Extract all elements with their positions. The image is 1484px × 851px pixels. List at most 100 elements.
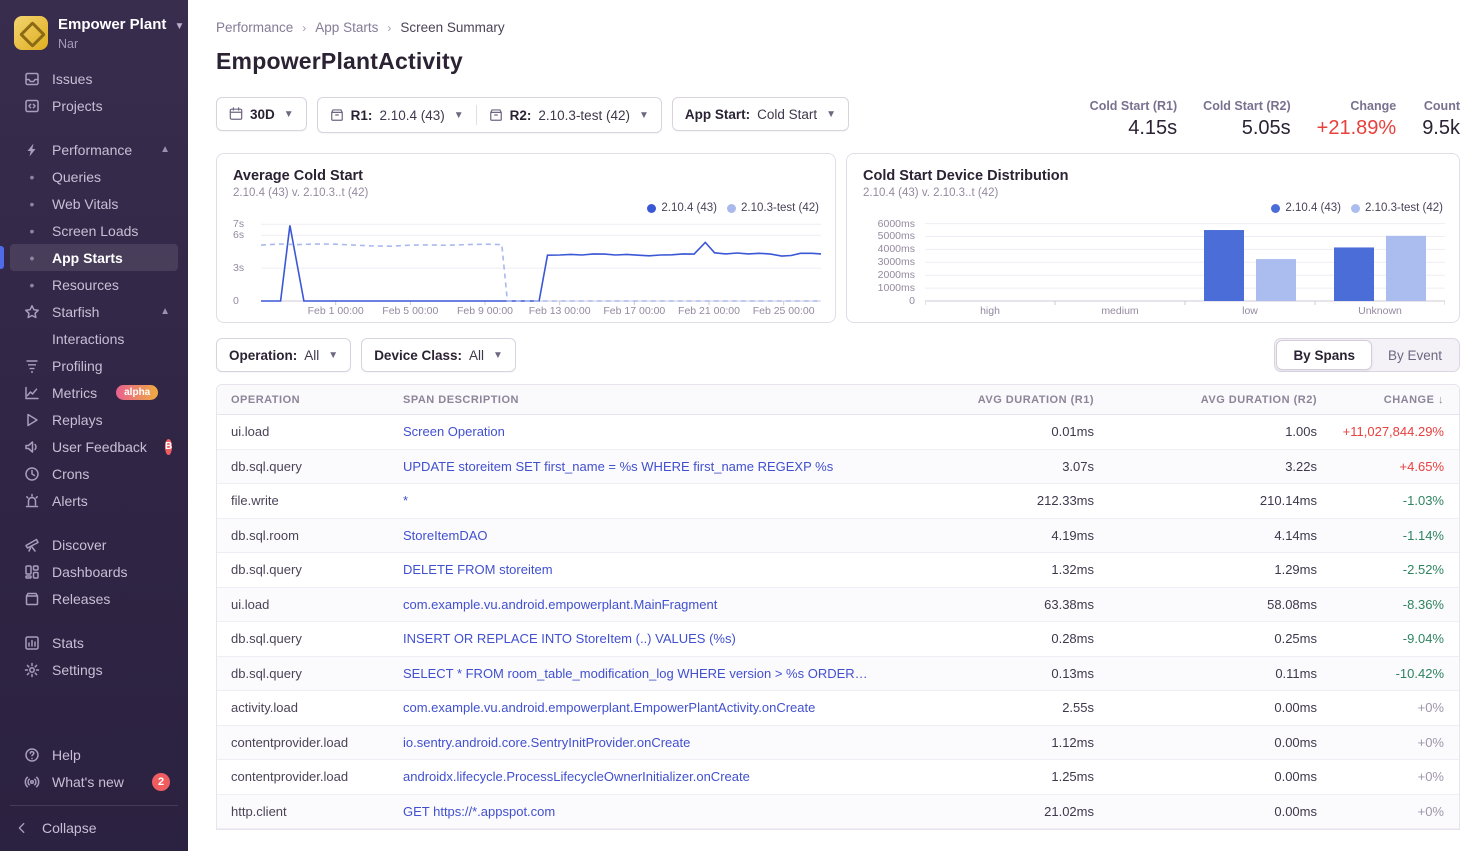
chevron-left-icon: [13, 821, 31, 835]
sidebar-item-screen-loads[interactable]: • Screen Loads: [10, 217, 178, 244]
release-r2-button[interactable]: R2: 2.10.3-test (42) ▼: [477, 98, 661, 132]
breadcrumb-app-starts[interactable]: App Starts: [315, 20, 378, 35]
avg-duration-r1: 1.32ms: [890, 562, 1094, 577]
sidebar-item-discover[interactable]: Discover: [10, 531, 178, 558]
span-description-link[interactable]: Screen Operation: [403, 424, 890, 439]
sidebar-item-projects[interactable]: Projects: [10, 92, 178, 119]
sidebar-item-alerts[interactable]: Alerts: [10, 487, 178, 514]
span-operation: db.sql.query: [231, 666, 403, 681]
column-avg-duration-r2[interactable]: Avg Duration (R2): [1094, 394, 1317, 406]
column-span-description[interactable]: Span Description: [403, 394, 890, 406]
sidebar-item-app-starts[interactable]: • App Starts: [10, 244, 178, 271]
app-start-type-button[interactable]: App Start: Cold Start ▼: [672, 97, 849, 131]
issues-icon: [23, 71, 41, 87]
toggle-by-spans[interactable]: By Spans: [1276, 340, 1372, 370]
span-description-link[interactable]: *: [403, 493, 890, 508]
bullet-icon: •: [23, 277, 41, 293]
toggle-by-event[interactable]: By Event: [1372, 340, 1458, 370]
column-change[interactable]: Change ↓: [1317, 394, 1444, 406]
span-operation: db.sql.query: [231, 562, 403, 577]
sidebar-item-replays[interactable]: Replays: [10, 406, 178, 433]
average-cold-start-chart: Average Cold Start 2.10.4 (43) v. 2.10.3…: [216, 153, 836, 323]
column-operation[interactable]: Operation: [231, 394, 403, 406]
sidebar-item-settings[interactable]: Settings: [10, 656, 178, 683]
sidebar-item-whats-new[interactable]: What's new 2: [10, 768, 178, 795]
operation-filter-button[interactable]: Operation: All ▼: [216, 338, 351, 372]
megaphone-icon: [23, 439, 41, 455]
spans-table: Operation Span Description Avg Duration …: [216, 384, 1460, 830]
org-subtitle: Nar: [58, 37, 184, 51]
release-icon: [489, 108, 503, 122]
sidebar-item-starfish[interactable]: Starfish ▲: [10, 298, 178, 325]
span-description-link[interactable]: androidx.lifecycle.ProcessLifecycleOwner…: [403, 769, 890, 784]
span-description-link[interactable]: com.example.vu.android.empowerplant.Empo…: [403, 700, 890, 715]
line-chart-plot[interactable]: Feb 1 00:00Feb 5 00:00Feb 9 00:00Feb 13 …: [233, 203, 819, 315]
bar-chart-icon: [23, 635, 41, 651]
span-description-link[interactable]: DELETE FROM storeitem: [403, 562, 890, 577]
projects-icon: [23, 98, 41, 114]
sidebar-item-stats[interactable]: Stats: [10, 629, 178, 656]
span-description-link[interactable]: com.example.vu.android.empowerplant.Main…: [403, 597, 890, 612]
avg-duration-r2: 1.00s: [1094, 424, 1317, 439]
breadcrumb-current: Screen Summary: [400, 20, 504, 35]
sidebar-item-web-vitals[interactable]: • Web Vitals: [10, 190, 178, 217]
bullet-icon: •: [23, 169, 41, 185]
sidebar-item-interactions[interactable]: Interactions: [10, 325, 178, 352]
sidebar-collapse-button[interactable]: Collapse: [10, 814, 178, 841]
chevron-right-icon: ›: [387, 21, 391, 35]
span-operation: file.write: [231, 493, 403, 508]
sidebar-item-user-feedback[interactable]: User Feedback B: [10, 433, 178, 460]
sidebar-item-dashboards[interactable]: Dashboards: [10, 558, 178, 585]
summary-stats: Cold Start (R1) 4.15s Cold Start (R2) 5.…: [1090, 97, 1460, 140]
stat-cold-start-r1: Cold Start (R1) 4.15s: [1090, 99, 1178, 140]
span-operation: activity.load: [231, 700, 403, 715]
org-switcher[interactable]: Empower Plant ▼ Nar: [0, 12, 188, 65]
span-operation: contentprovider.load: [231, 769, 403, 784]
chart-subtitle: 2.10.4 (43) v. 2.10.3..t (42): [233, 187, 819, 199]
sidebar-item-crons[interactable]: Crons: [10, 460, 178, 487]
sidebar-item-releases[interactable]: Releases: [10, 585, 178, 612]
beta-badge: B: [165, 439, 172, 455]
alpha-badge: alpha: [116, 385, 158, 400]
star-icon: [23, 304, 41, 320]
span-description-link[interactable]: StoreItemDAO: [403, 528, 890, 543]
span-description-link[interactable]: GET https://*.appspot.com: [403, 804, 890, 819]
span-operation: db.sql.query: [231, 459, 403, 474]
sidebar-item-queries[interactable]: • Queries: [10, 163, 178, 190]
avg-duration-r2: 0.00ms: [1094, 700, 1317, 715]
avg-duration-r2: 0.00ms: [1094, 769, 1317, 784]
bar-chart-plot[interactable]: highmediumlowUnknown 6000ms5000ms4000ms3…: [863, 203, 1443, 315]
span-description-link[interactable]: SELECT * FROM room_table_modification_lo…: [403, 666, 890, 681]
release-r1-button[interactable]: R1: 2.10.4 (43) ▼: [318, 98, 476, 132]
sidebar-item-profiling[interactable]: Profiling: [10, 352, 178, 379]
device-class-filter-button[interactable]: Device Class: All ▼: [361, 338, 516, 372]
column-avg-duration-r1[interactable]: Avg Duration (R1): [890, 394, 1094, 406]
avg-duration-r2: 210.14ms: [1094, 493, 1317, 508]
chevron-down-icon: ▼: [328, 350, 338, 361]
chevron-right-icon: ›: [302, 21, 306, 35]
sidebar-item-help[interactable]: Help: [10, 741, 178, 768]
org-logo-icon: [14, 16, 48, 50]
stat-change: Change +21.89%: [1317, 99, 1397, 140]
span-operation: http.client: [231, 804, 403, 819]
change-value: -1.14%: [1317, 528, 1444, 543]
release-icon: [330, 108, 344, 122]
line-chart-icon: [23, 385, 41, 401]
span-operation: ui.load: [231, 424, 403, 439]
chart-subtitle: 2.10.4 (43) v. 2.10.3..t (42): [863, 187, 1443, 199]
sidebar-item-issues[interactable]: Issues: [10, 65, 178, 92]
avg-duration-r1: 3.07s: [890, 459, 1094, 474]
avg-duration-r1: 0.28ms: [890, 631, 1094, 646]
sidebar-item-resources[interactable]: • Resources: [10, 271, 178, 298]
sidebar-item-performance[interactable]: Performance ▲: [10, 136, 178, 163]
span-description-link[interactable]: io.sentry.android.core.SentryInitProvide…: [403, 735, 890, 750]
span-description-link[interactable]: UPDATE storeitem SET first_name = %s WHE…: [403, 459, 890, 474]
app-root: Empower Plant ▼ Nar Issues Projects Perf…: [0, 0, 1484, 851]
sidebar-item-metrics[interactable]: Metrics alpha: [10, 379, 178, 406]
span-description-link[interactable]: INSERT OR REPLACE INTO StoreItem (..) VA…: [403, 631, 890, 646]
clock-icon: [23, 466, 41, 482]
table-row: db.sql.query SELECT * FROM room_table_mo…: [217, 657, 1459, 692]
breadcrumb-performance[interactable]: Performance: [216, 20, 293, 35]
avg-duration-r2: 4.14ms: [1094, 528, 1317, 543]
date-range-button[interactable]: 30D ▼: [216, 97, 307, 131]
